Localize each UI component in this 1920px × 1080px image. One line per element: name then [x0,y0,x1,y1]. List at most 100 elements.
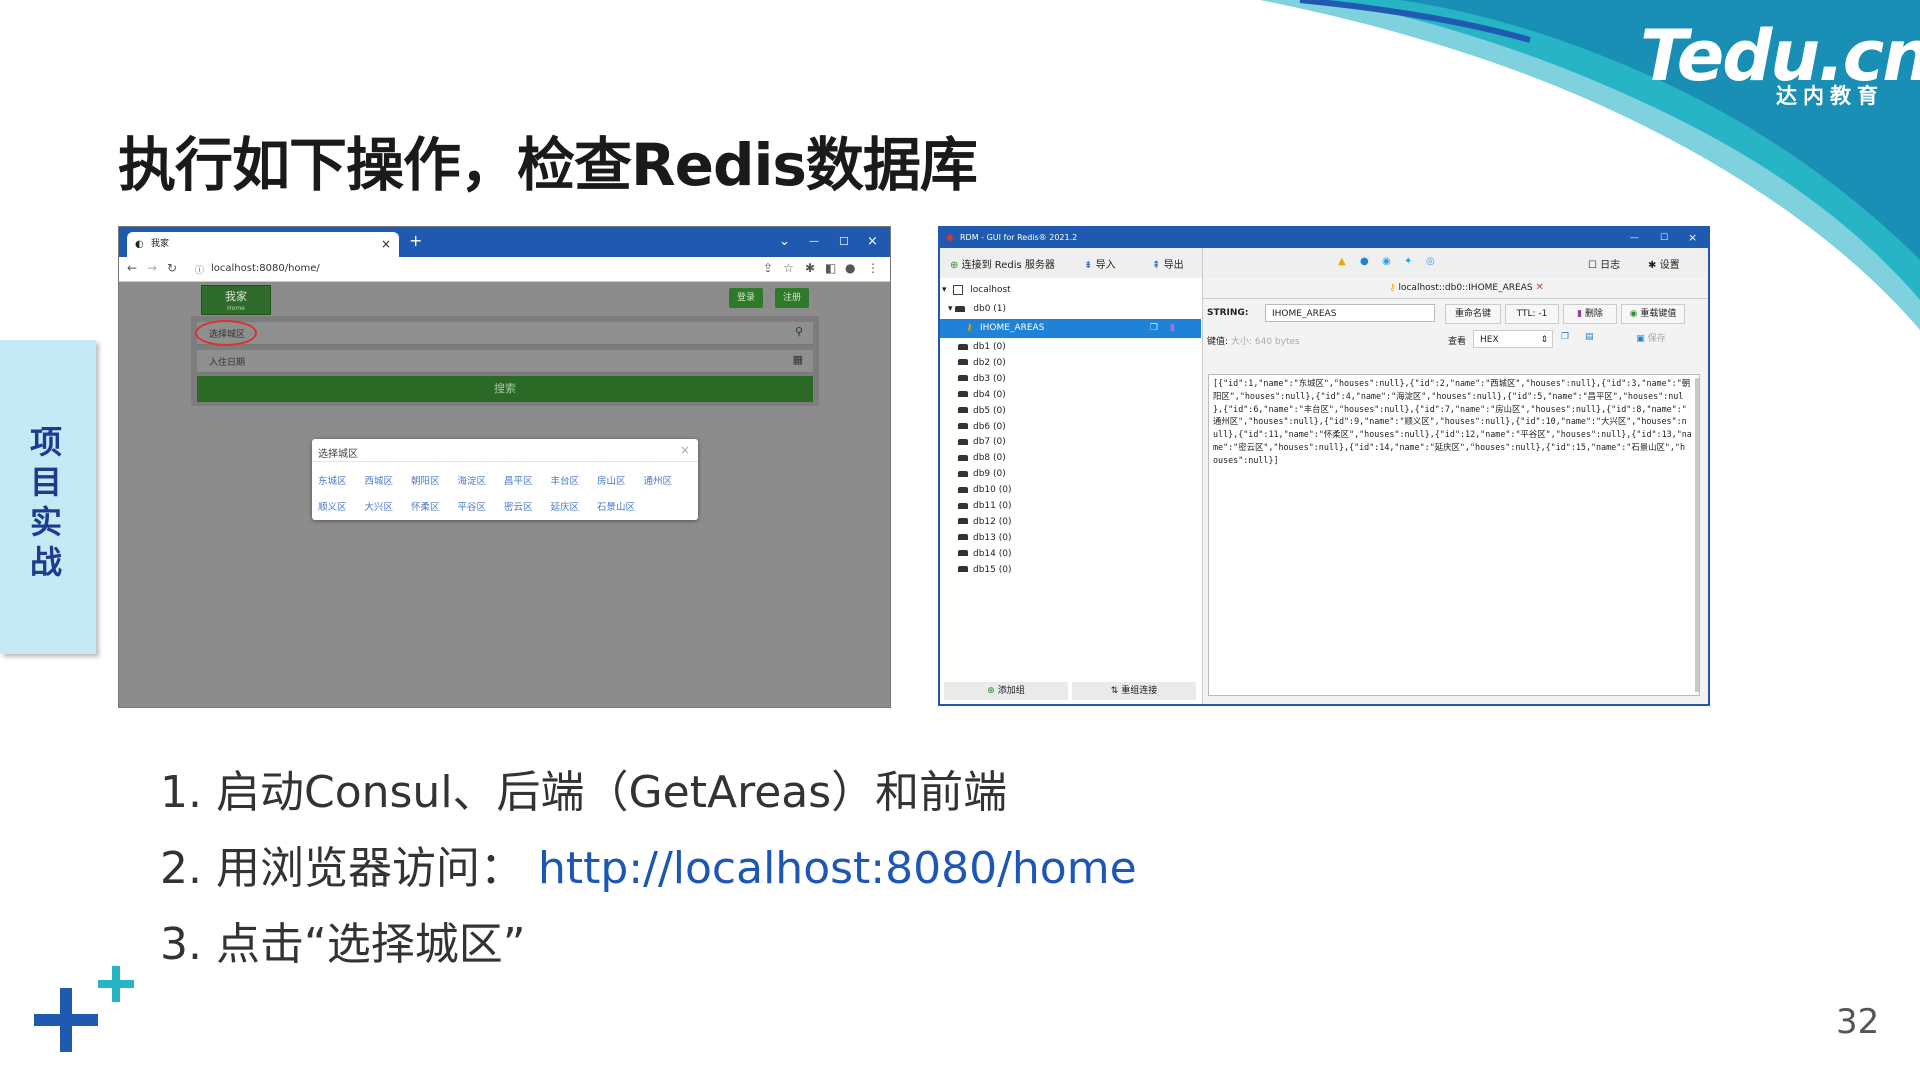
new-tab-button[interactable]: + [409,231,422,250]
connect-icon: ⊕ [950,260,959,271]
search-button[interactable]: 搜索 [197,376,813,402]
side-tab-label: 项目实战 [29,423,62,581]
area-option[interactable]: 海淀区 [458,473,487,487]
tree-db-label: db5 (0) [973,405,1006,416]
warning-icon[interactable]: ▲ [1338,256,1346,267]
connect-button[interactable]: ⊕ 连接到 Redis 服务器 [950,256,1055,271]
reload-value-label: 重载键值 [1640,309,1677,319]
expand-arrow-icon[interactable]: ▾ [948,304,953,314]
rename-key-button[interactable]: 重命名键 [1445,304,1501,324]
tree-db-item[interactable]: db15 (0) [958,561,1012,580]
add-group-button[interactable]: ⊕ 添加组 [944,682,1068,700]
area-option[interactable]: 朝阳区 [411,473,440,487]
area-option[interactable]: 大兴区 [365,499,394,513]
database-icon [958,486,968,493]
area-popup: 选择城区 × 东城区 西城区 朝阳区 海淀区 昌平区 丰台区 房山区 通州区 顺义区 大兴区 怀柔… [312,439,698,520]
rdm-close-button[interactable]: × [1688,228,1697,248]
value-scrollbar[interactable] [1695,378,1699,692]
area-option[interactable]: 丰台区 [551,473,580,487]
browser-menu-icon[interactable]: ⋮ [867,261,879,275]
delete-icon: ▮ [1577,309,1583,319]
view-mode-select[interactable]: HEX ⇕ [1473,330,1553,348]
copy-value-icon[interactable]: ❐ [1561,332,1569,342]
area-option[interactable]: 通州区 [644,473,673,487]
database-icon [958,550,968,557]
reload-icon[interactable]: ↻ [167,261,177,275]
paste-value-icon[interactable]: ▤ [1585,332,1594,342]
reload-connections-label: 重组连接 [1121,686,1158,696]
checkin-date-field[interactable]: 入住日期 ▦ [197,350,813,373]
expand-arrow-icon[interactable]: ▾ [942,285,947,295]
area-option[interactable]: 石景山区 [597,499,635,513]
area-option[interactable]: 昌平区 [504,473,533,487]
settings-button[interactable]: ✱ 设置 [1648,256,1680,271]
area-select-field[interactable]: 选择城区 ⚲ [197,322,813,345]
save-button[interactable]: ▣ 保存 [1623,330,1679,348]
site-logo[interactable]: 我家 Home [201,285,271,315]
tree-db-item-db0[interactable]: ▾ db0 (1) [948,300,1006,319]
tree-db-label: db14 (0) [973,548,1012,559]
sidebar-icon[interactable]: ◧ [825,261,836,275]
area-option[interactable]: 顺义区 [318,499,347,513]
forward-icon[interactable]: → [147,261,157,275]
extensions-icon[interactable]: ✱ [805,261,815,275]
reload-connections-button[interactable]: ⇅ 重组连接 [1072,682,1196,700]
browser-tab[interactable]: ◐ 我家 × [127,232,399,257]
tree-db-label: db15 (0) [973,564,1012,575]
profile-icon[interactable]: ● [845,261,855,275]
log-button[interactable]: ☐ 日志 [1588,256,1620,271]
value-editor[interactable]: [{"id":1,"name":"东城区","houses":null},{"i… [1208,374,1700,696]
window-menu-button[interactable]: ⌄ [779,227,790,257]
delete-button[interactable]: ▮ 删除 [1563,304,1617,324]
reload-value-button[interactable]: ◉ 重载键值 [1621,304,1685,324]
area-option[interactable]: 延庆区 [551,499,580,513]
key-name-input[interactable]: IHOME_AREAS [1265,304,1435,322]
area-option[interactable]: 密云区 [504,499,533,513]
import-button[interactable]: ⇟ 导入 [1084,256,1116,271]
area-option[interactable]: 东城区 [318,473,347,487]
back-icon[interactable]: ← [127,261,137,275]
select-updown-icon: ⇕ [1540,335,1548,345]
export-icon: ⇞ [1152,260,1161,271]
area-popup-title: 选择城区 [318,449,358,460]
telegram-icon[interactable]: ◉ [1382,256,1391,267]
register-button[interactable]: 注册 [775,288,809,308]
key-tab[interactable]: ⚷ localhost::db0::IHOME_AREAS ✕ [1389,280,1544,296]
area-option[interactable]: 房山区 [597,473,626,487]
delete-key-icon[interactable]: ▮ [1170,319,1175,338]
import-icon: ⇟ [1084,260,1093,271]
area-option[interactable]: 怀柔区 [411,499,440,513]
login-button[interactable]: 登录 [729,288,763,308]
site-logo-subtext: Home [227,305,245,312]
window-close-button[interactable]: × [867,227,878,257]
toolbar-divider [1202,248,1203,278]
url-input[interactable]: localhost:8080/home/ [211,263,320,274]
window-maximize-button[interactable]: ☐ [839,227,849,257]
github-icon[interactable]: ◎ [1426,256,1435,267]
window-minimize-button[interactable]: — [809,227,819,257]
tab-close-icon[interactable]: × [381,232,391,257]
rdm-maximize-button[interactable]: ☐ [1660,228,1668,248]
tree-server-item[interactable]: ▾ localhost [942,281,1011,300]
database-icon [958,454,968,461]
step-number: 1. [160,767,202,818]
copy-key-icon[interactable]: ❐ [1150,319,1158,338]
rdm-toolbar: ⊕ 连接到 Redis 服务器 ⇟ 导入 ⇞ 导出 ▲ ● ◉ ✦ ◎ ☐ 日志… [940,248,1708,279]
rdm-minimize-button[interactable]: — [1630,228,1639,248]
import-label: 导入 [1095,260,1116,271]
twitter-icon[interactable]: ✦ [1404,256,1412,267]
area-option[interactable]: 平谷区 [458,499,487,513]
help-icon[interactable]: ● [1360,256,1369,267]
home-url-link[interactable]: http://localhost:8080/home [538,843,1137,894]
ttl-button[interactable]: TTL: -1 [1505,304,1559,324]
reload-value-icon: ◉ [1629,309,1638,319]
export-button[interactable]: ⇞ 导出 [1152,256,1184,271]
key-tab-close-icon[interactable]: ✕ [1535,282,1543,293]
site-info-icon[interactable]: ⓘ [195,263,204,276]
bookmark-star-icon[interactable]: ☆ [783,261,794,275]
area-popup-close-icon[interactable]: × [680,443,690,457]
view-mode-value: HEX [1480,335,1499,345]
share-icon[interactable]: ⇪ [763,261,773,275]
area-option[interactable]: 西城区 [365,473,394,487]
tree-key-item-selected[interactable]: ⚷ IHOME_AREAS ❐ ▮ [940,319,1201,338]
